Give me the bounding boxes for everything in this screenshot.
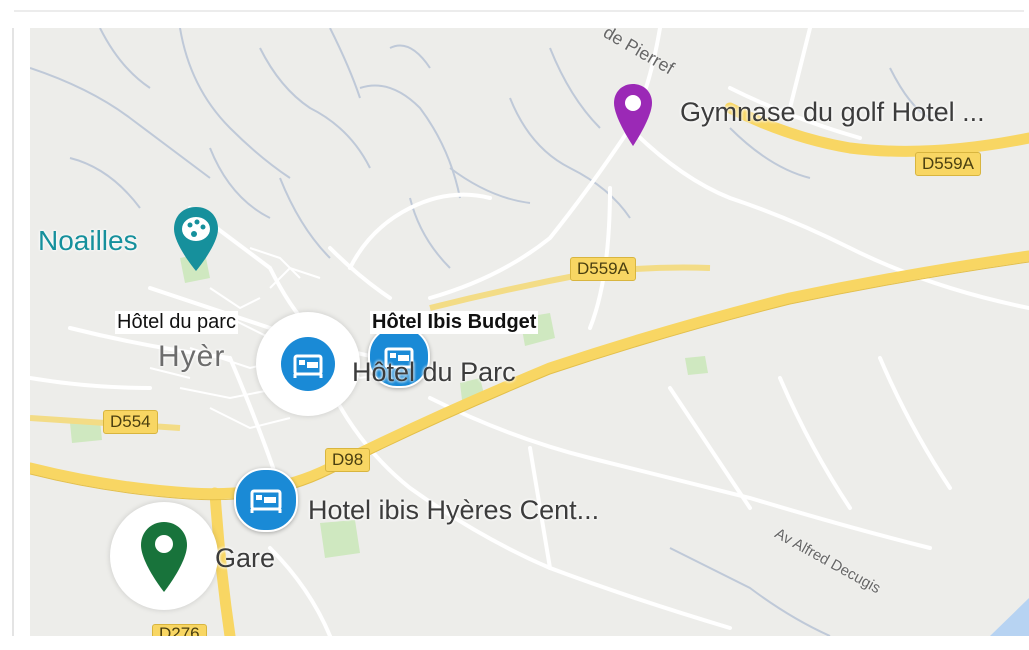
hotel-ibis-centre-label[interactable]: Hotel ibis Hyères Cent... [308, 495, 599, 526]
overlay-label-hotel-ibis-budget: Hôtel Ibis Budget [370, 311, 539, 334]
hotel-ibis-centre-marker[interactable] [234, 468, 298, 532]
noailles-museum-marker[interactable] [172, 205, 220, 273]
frame-left-line [12, 28, 14, 640]
bed-icon [293, 354, 323, 378]
map-pin-icon [141, 522, 187, 592]
road-shield-d98: D98 [325, 448, 371, 472]
frame-top-margin [0, 0, 1029, 28]
frame-top-line [14, 10, 1024, 12]
hotel-du-parc-label[interactable]: Hôtel du Parc [352, 357, 516, 388]
hyeres-town-label: Hyèr [158, 340, 226, 373]
frame-bottom-margin [0, 636, 1029, 650]
gymnase-map-pin[interactable] [612, 82, 654, 148]
gare-label[interactable]: Gare [215, 543, 275, 574]
map-pin-icon [614, 84, 652, 146]
overlay-label-hotel-du-parc: Hôtel du parc [115, 311, 238, 334]
gare-selected-marker[interactable] [110, 502, 218, 610]
frame-left-margin [0, 0, 30, 650]
hotel-marker-circle [281, 337, 335, 391]
gymnase-label[interactable]: Gymnase du golf Hotel ... [680, 97, 985, 128]
bed-icon [250, 489, 282, 513]
noailles-label[interactable]: Noailles [38, 225, 138, 257]
map-frame: de Pierref Av Alfred Decugis D559A D559A… [0, 0, 1029, 650]
road-shield-d554: D554 [103, 410, 158, 434]
palette-icon [174, 207, 218, 271]
hotel-du-parc-selected-marker[interactable] [256, 312, 360, 416]
road-shield-d559a-top: D559A [915, 152, 981, 176]
road-shield-d559a-mid: D559A [570, 257, 636, 281]
